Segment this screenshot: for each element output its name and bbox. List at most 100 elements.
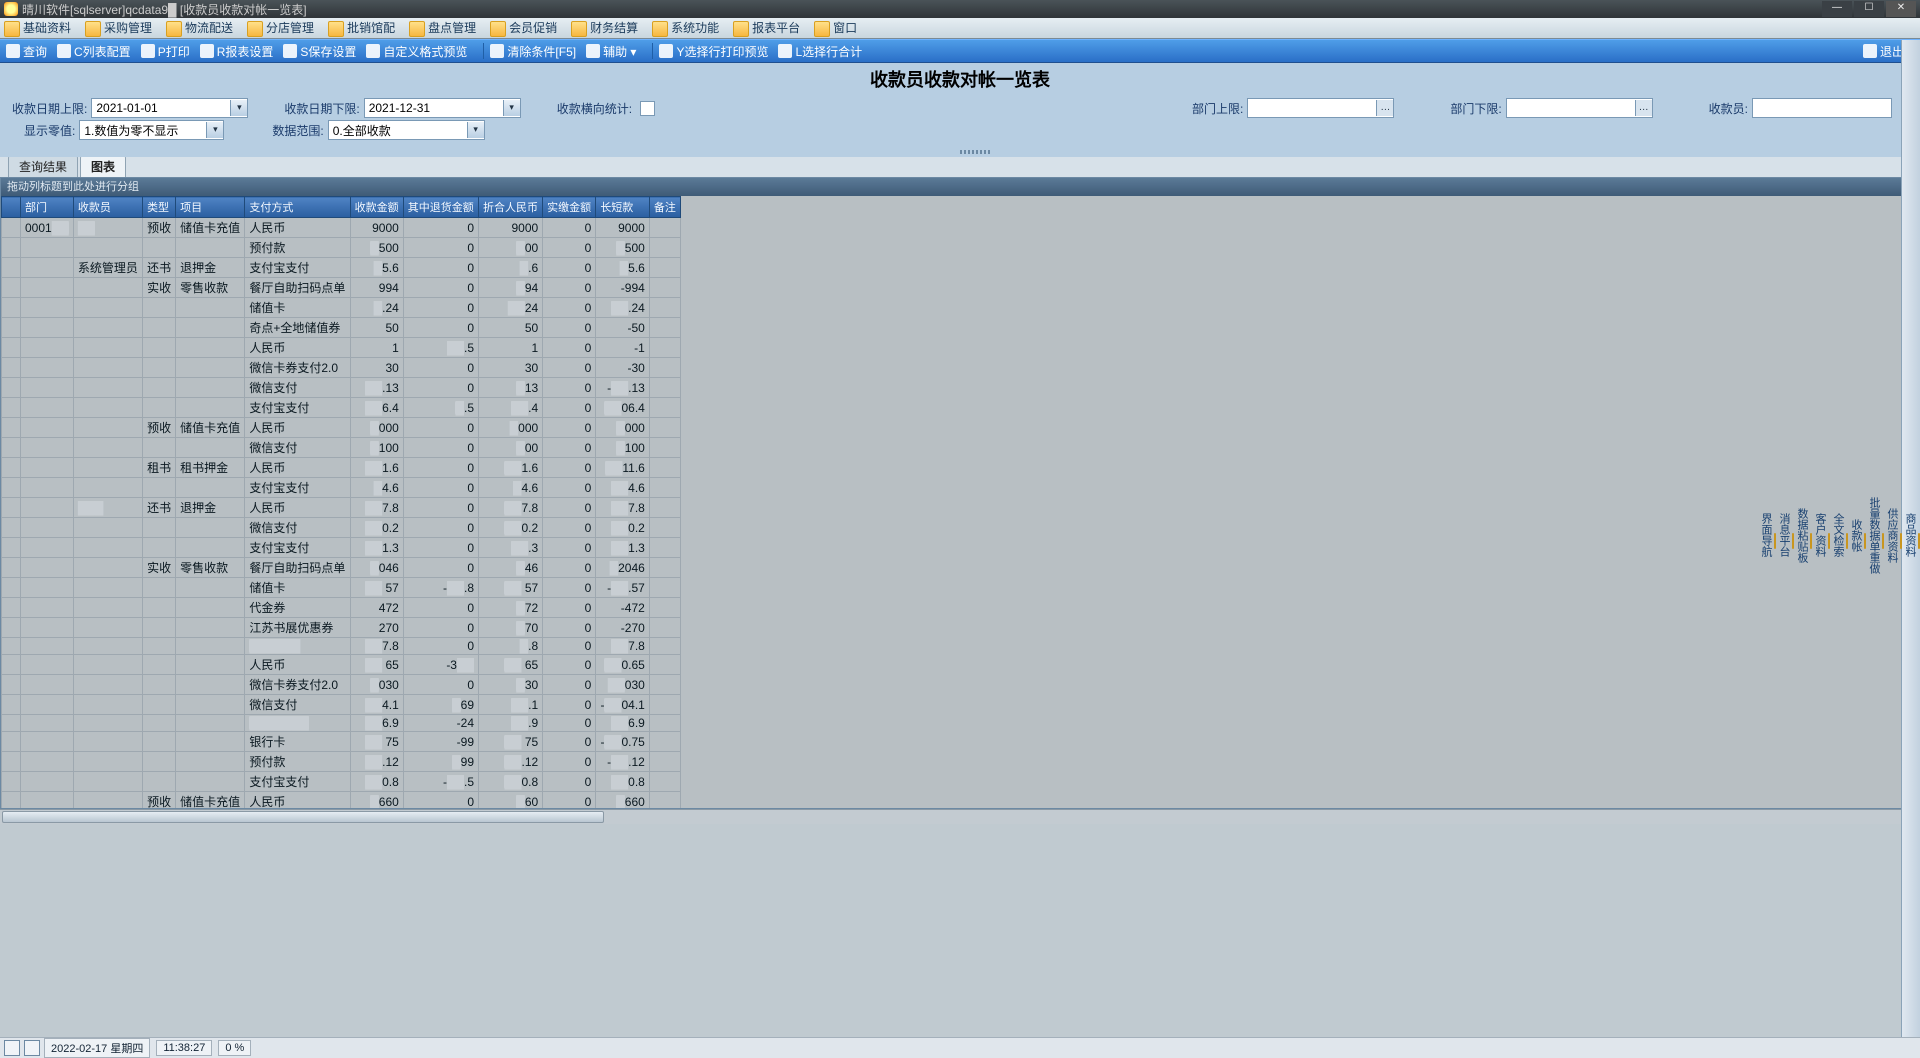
table-row[interactable]: 代金券4720█720-472 bbox=[2, 598, 681, 618]
dock-item[interactable]: 全文检索 bbox=[1830, 513, 1846, 557]
table-row[interactable]: 支付宝支付██6.4█.5██.40██06.4 bbox=[2, 398, 681, 418]
table-row[interactable]: 支付宝支付██1.30██.30██1.3 bbox=[2, 538, 681, 558]
cross-stat-checkbox[interactable] bbox=[640, 101, 655, 116]
table-row[interactable]: 微信支付█1000█000█100 bbox=[2, 438, 681, 458]
date-to-input[interactable]: ▾ bbox=[364, 98, 521, 118]
table-row[interactable]: 人民币1██.510-1 bbox=[2, 338, 681, 358]
chevron-down-icon[interactable]: ▾ bbox=[206, 122, 223, 138]
table-row[interactable]: 储值卡█.240██240██.24 bbox=[2, 298, 681, 318]
zero-select[interactable]: ▾ bbox=[79, 120, 224, 140]
toolbar-button[interactable]: P打印 bbox=[141, 43, 190, 60]
table-row[interactable]: ████████7.80█.80██7.8 bbox=[2, 638, 681, 655]
column-header[interactable]: 长短款 bbox=[596, 197, 650, 218]
minimize-button[interactable]: — bbox=[1822, 1, 1852, 17]
menu-item[interactable]: 系统功能 bbox=[652, 19, 719, 37]
horizontal-scrollbar[interactable]: ▾ bbox=[0, 809, 1920, 824]
table-row[interactable]: 租书租书押金人民币██1.60██1.60██11.6 bbox=[2, 458, 681, 478]
lookup-icon[interactable]: … bbox=[1376, 100, 1393, 116]
dock-icon[interactable] bbox=[1810, 533, 1812, 549]
table-row[interactable]: 奇点+全地储值券500500-50 bbox=[2, 318, 681, 338]
group-header[interactable]: 拖动列标题到此处进行分组 bbox=[1, 178, 1919, 196]
status-icon-2[interactable] bbox=[24, 1040, 40, 1056]
table-row[interactable]: ███还书退押金人民币██7.80██7.80██7.8 bbox=[2, 498, 681, 518]
dock-icon[interactable] bbox=[1828, 533, 1830, 549]
column-header[interactable]: 其中退货金额 bbox=[403, 197, 478, 218]
chevron-down-icon[interactable]: ▾ bbox=[230, 100, 247, 116]
chevron-down-icon[interactable]: ▾ bbox=[503, 100, 520, 116]
dock-icon[interactable] bbox=[1900, 533, 1902, 549]
toolbar-button[interactable]: 查询 bbox=[6, 43, 47, 60]
table-row[interactable]: 银行卡██ 75-99██ 750-██0.75 bbox=[2, 732, 681, 752]
column-header[interactable]: 收款金额 bbox=[350, 197, 403, 218]
tab-result[interactable]: 查询结果 bbox=[8, 155, 78, 177]
dock-item[interactable]: 收款帐 bbox=[1848, 519, 1864, 552]
tree-icon[interactable] bbox=[1863, 44, 1877, 58]
column-header[interactable]: 支付方式 bbox=[245, 197, 350, 218]
menu-item[interactable]: 窗口 bbox=[814, 19, 857, 37]
column-header[interactable]: 收款员 bbox=[73, 197, 142, 218]
cashier-input[interactable] bbox=[1752, 98, 1892, 118]
dock-icon[interactable] bbox=[1882, 533, 1884, 549]
menu-item[interactable]: 报表平台 bbox=[733, 19, 800, 37]
table-row[interactable]: 微信卡券支付2.0300300-30 bbox=[2, 358, 681, 378]
menu-item[interactable]: 财务结算 bbox=[571, 19, 638, 37]
column-header[interactable]: 实缴金额 bbox=[543, 197, 596, 218]
status-icon-1[interactable] bbox=[4, 1040, 20, 1056]
toolbar-button[interactable]: 自定义格式预览 bbox=[366, 43, 467, 60]
toolbar-button[interactable]: R报表设置 bbox=[200, 43, 274, 60]
table-row[interactable]: 系统管理员还书退押金支付宝支付█5.60█.60█5.6 bbox=[2, 258, 681, 278]
table-row[interactable]: 预付款█5000█000█500 bbox=[2, 238, 681, 258]
dock-item[interactable]: 批量数据单重做 bbox=[1866, 497, 1882, 574]
tab-chart[interactable]: 图表 bbox=[80, 155, 126, 177]
menu-item[interactable]: 批销馆配 bbox=[328, 19, 395, 37]
column-header[interactable]: 类型 bbox=[143, 197, 176, 218]
dock-icon[interactable] bbox=[1774, 533, 1776, 549]
toolbar-button[interactable]: 清除条件[F5] bbox=[490, 43, 576, 60]
table-row[interactable]: 预收储值卡充值人民币█6600█600█660 bbox=[2, 792, 681, 809]
date-from-input[interactable]: ▾ bbox=[91, 98, 248, 118]
dept-down-input[interactable]: … bbox=[1506, 98, 1653, 118]
dock-item[interactable]: 客户资料 bbox=[1812, 513, 1828, 557]
toolbar-button[interactable]: L选择行合计 bbox=[778, 43, 862, 60]
column-header[interactable]: 项目 bbox=[176, 197, 245, 218]
dept-up-input[interactable]: … bbox=[1247, 98, 1394, 118]
column-header[interactable] bbox=[2, 197, 21, 218]
table-row[interactable]: 微信支付██.130█130-██.13 bbox=[2, 378, 681, 398]
splitter-horizontal[interactable] bbox=[0, 147, 1920, 157]
toolbar-button[interactable]: S保存设置 bbox=[283, 43, 356, 60]
menu-item[interactable]: 分店管理 bbox=[247, 19, 314, 37]
menu-item[interactable]: 基础资料 bbox=[4, 19, 71, 37]
table-row[interactable]: 实收零售收款餐厅自助扫码点单█0460█460█2046 bbox=[2, 558, 681, 578]
column-header[interactable]: 折合人民币 bbox=[479, 197, 543, 218]
dock-item[interactable]: 商品资料 bbox=[1902, 513, 1918, 557]
table-row[interactable]: 微信卡券支付2.0█0300█300██030 bbox=[2, 675, 681, 695]
table-row[interactable]: █████████6.9-24██.90██6.9 bbox=[2, 715, 681, 732]
table-row[interactable]: 实收零售收款餐厅自助扫码点单9940█940-994 bbox=[2, 278, 681, 298]
table-row[interactable]: 支付宝支付██0.8-██.5██0.80██0.8 bbox=[2, 772, 681, 792]
table-row[interactable]: 储值卡██ 57-██.8██ 570-██.57 bbox=[2, 578, 681, 598]
table-row[interactable]: 预付款██.12█99██.120-██.12 bbox=[2, 752, 681, 772]
table-row[interactable]: 微信支付██4.1█69██.10-██04.1 bbox=[2, 695, 681, 715]
toolbar-button[interactable]: 辅助 ▾ bbox=[586, 43, 636, 60]
menu-item[interactable]: 会员促销 bbox=[490, 19, 557, 37]
table-row[interactable]: 人民币██ 65-3████ 650██0.65 bbox=[2, 655, 681, 675]
table-row[interactable]: 江苏书展优惠券2700█700-270 bbox=[2, 618, 681, 638]
dock-item[interactable]: 界面导航 bbox=[1758, 513, 1774, 557]
column-header[interactable]: 部门 bbox=[21, 197, 74, 218]
dock-item[interactable]: 消息平台 bbox=[1776, 513, 1792, 557]
dock-icon[interactable] bbox=[1792, 533, 1794, 549]
toolbar-button[interactable]: C列表配置 bbox=[57, 43, 131, 60]
scope-select[interactable]: ▾ bbox=[328, 120, 485, 140]
menu-item[interactable]: 物流配送 bbox=[166, 19, 233, 37]
table-row[interactable]: 预收储值卡充值人民币█0000█0000█000 bbox=[2, 418, 681, 438]
column-header[interactable]: 备注 bbox=[649, 197, 680, 218]
menu-item[interactable]: 盘点管理 bbox=[409, 19, 476, 37]
close-button[interactable]: ✕ bbox=[1886, 1, 1916, 17]
table-row[interactable]: 支付宝支付█4.60█4.60██4.6 bbox=[2, 478, 681, 498]
table-row[interactable]: 微信支付██0.20██0.20██0.2 bbox=[2, 518, 681, 538]
menu-item[interactable]: 采购管理 bbox=[85, 19, 152, 37]
table-row[interactable]: 0001████预收储值卡充值人民币90000900009000 bbox=[2, 218, 681, 238]
dock-item[interactable]: 供应商资料 bbox=[1884, 508, 1900, 563]
maximize-button[interactable]: ☐ bbox=[1854, 1, 1884, 17]
dock-item[interactable]: 数据粘贴板 bbox=[1794, 508, 1810, 563]
